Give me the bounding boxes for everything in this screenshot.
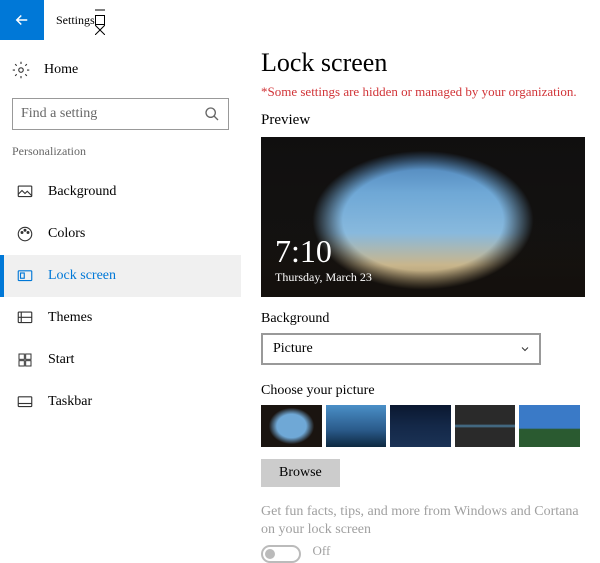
- toggle-knob: [265, 549, 275, 559]
- close-button[interactable]: [95, 25, 105, 35]
- search-box[interactable]: [12, 98, 229, 130]
- background-dropdown-value: Picture: [273, 341, 313, 357]
- picture-thumbnail[interactable]: [519, 405, 580, 447]
- picture-icon: [16, 183, 34, 201]
- choose-picture-label: Choose your picture: [261, 383, 580, 399]
- window-header: Settings: [0, 0, 600, 40]
- preview-date: Thursday, March 23: [275, 270, 372, 285]
- sidebar-item-background[interactable]: Background: [0, 171, 241, 213]
- sidebar-item-lock-screen[interactable]: Lock screen: [0, 255, 241, 297]
- sidebar-item-themes[interactable]: Themes: [0, 297, 241, 339]
- maximize-icon: [95, 15, 105, 25]
- preview-time: 7:10: [275, 235, 332, 267]
- sidebar-item-start[interactable]: Start: [0, 339, 241, 381]
- search-container: [0, 90, 241, 144]
- minimize-icon: [95, 5, 105, 15]
- sidebar-item-label: Colors: [48, 226, 85, 242]
- chevron-down-icon: [519, 343, 531, 355]
- gear-icon: [12, 61, 30, 79]
- maximize-button[interactable]: [95, 15, 105, 25]
- picture-thumbnails: [261, 405, 580, 447]
- themes-icon: [16, 309, 34, 327]
- fun-facts-toggle: [261, 545, 301, 563]
- sidebar-item-label: Themes: [48, 310, 92, 326]
- sidebar-item-label: Start: [48, 352, 74, 368]
- palette-icon: [16, 225, 34, 243]
- main-content: Lock screen *Some settings are hidden or…: [241, 40, 600, 563]
- sidebar-home[interactable]: Home: [0, 50, 241, 90]
- sidebar-category: Personalization: [0, 144, 241, 171]
- browse-button[interactable]: Browse: [261, 459, 340, 487]
- sidebar-item-label: Background: [48, 184, 116, 200]
- sidebar: Home Personalization Background Colors: [0, 40, 241, 563]
- search-input[interactable]: [21, 106, 204, 122]
- fun-facts-label: Get fun facts, tips, and more from Windo…: [261, 503, 580, 539]
- sidebar-item-label: Lock screen: [48, 268, 116, 284]
- window-controls: [95, 5, 105, 35]
- picture-thumbnail[interactable]: [390, 405, 451, 447]
- app-body: Home Personalization Background Colors: [0, 40, 600, 563]
- minimize-button[interactable]: [95, 5, 105, 15]
- sidebar-item-label: Taskbar: [48, 394, 92, 410]
- sidebar-home-label: Home: [44, 62, 78, 78]
- preview-heading: Preview: [261, 112, 580, 129]
- back-button[interactable]: [0, 0, 44, 40]
- start-icon: [16, 351, 34, 369]
- taskbar-icon: [16, 393, 34, 411]
- page-title: Lock screen: [261, 48, 580, 78]
- background-label: Background: [261, 311, 580, 327]
- background-dropdown[interactable]: Picture: [261, 333, 541, 365]
- arrow-left-icon: [13, 11, 31, 29]
- org-warning: *Some settings are hidden or managed by …: [261, 84, 580, 100]
- sidebar-item-taskbar[interactable]: Taskbar: [0, 381, 241, 423]
- lock-screen-icon: [16, 267, 34, 285]
- picture-thumbnail[interactable]: [455, 405, 516, 447]
- sidebar-item-colors[interactable]: Colors: [0, 213, 241, 255]
- search-icon: [204, 106, 220, 122]
- lock-screen-preview: 7:10 Thursday, March 23: [261, 137, 585, 297]
- close-icon: [95, 25, 105, 35]
- picture-thumbnail[interactable]: [261, 405, 322, 447]
- app-title: Settings: [44, 13, 95, 28]
- fun-facts-toggle-state: Off: [313, 543, 331, 558]
- picture-thumbnail[interactable]: [326, 405, 387, 447]
- fun-facts-section: Get fun facts, tips, and more from Windo…: [261, 503, 580, 563]
